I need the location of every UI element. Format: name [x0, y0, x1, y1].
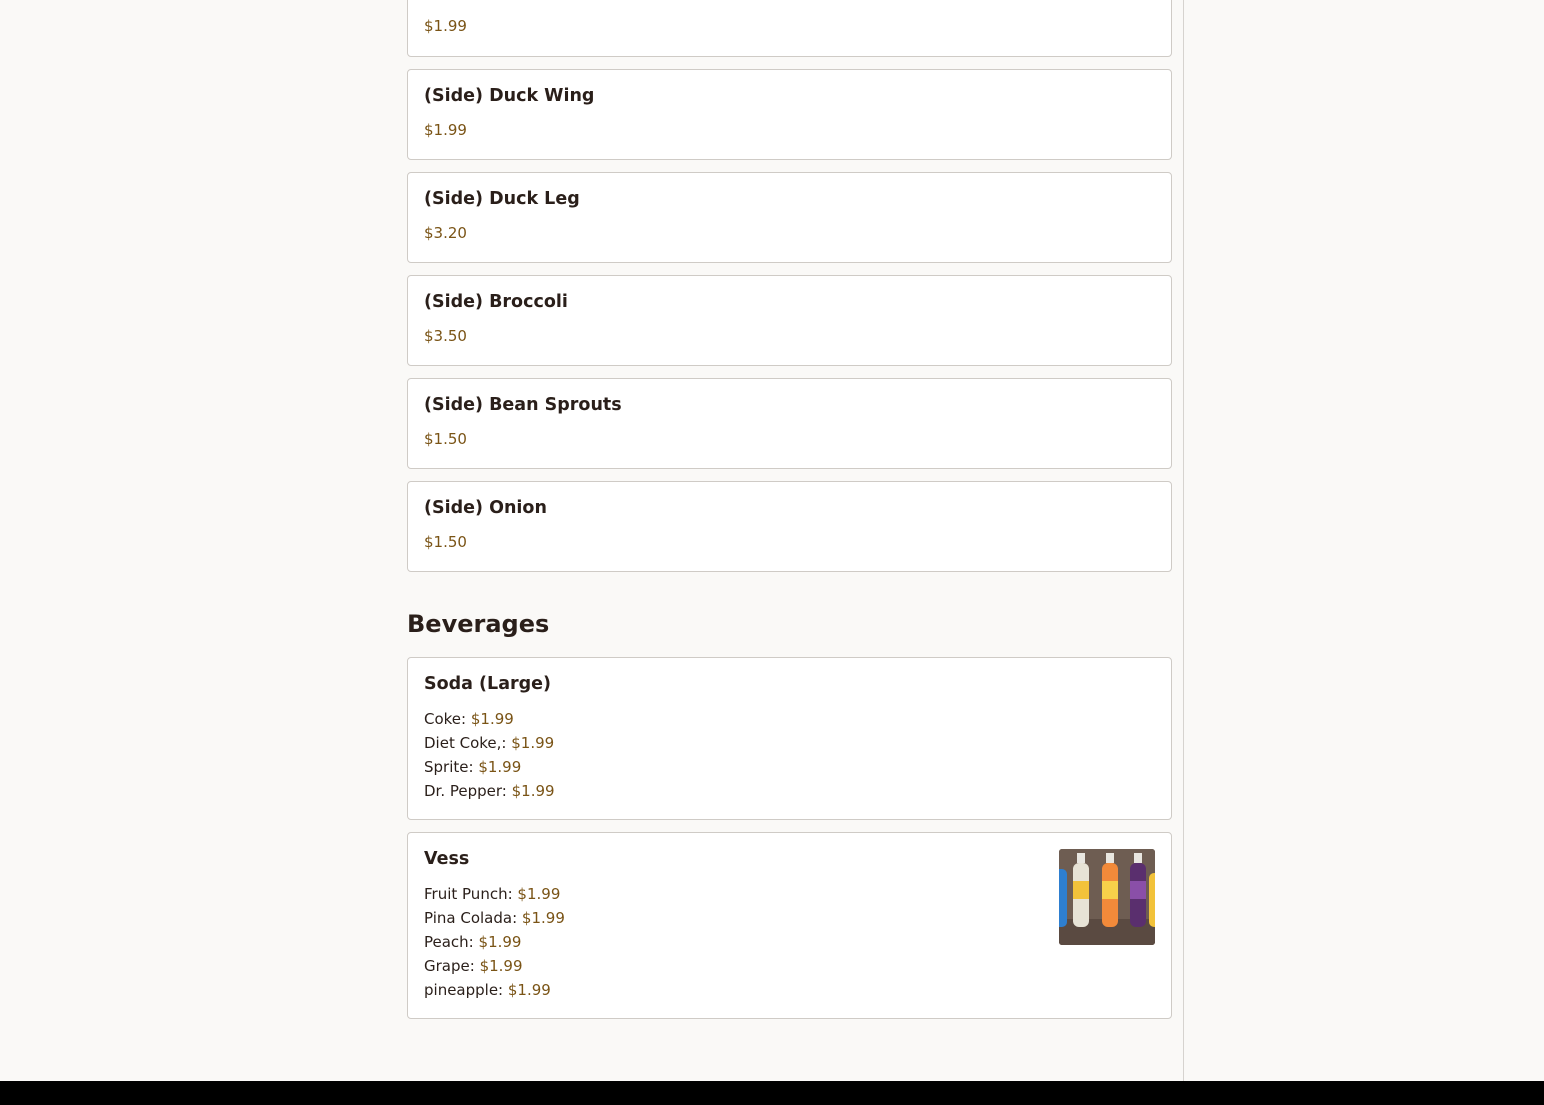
- option-label: Pina Colada:: [424, 909, 518, 927]
- option-price: $1.99: [507, 981, 551, 999]
- menu-item-card[interactable]: (Side) Duck Leg $3.20: [407, 172, 1172, 263]
- option-price: $1.99: [511, 734, 555, 752]
- option-row: Sprite: $1.99: [424, 757, 555, 781]
- menu-item-card[interactable]: (Side) Bean Sprouts $1.50: [407, 378, 1172, 469]
- menu-item-card-soda[interactable]: Soda (Large) Coke: $1.99 Diet Coke,: $1.…: [407, 657, 1172, 820]
- option-price: $1.99: [521, 909, 565, 927]
- menu-item-card[interactable]: (Side) Onion $1.50: [407, 481, 1172, 572]
- option-label: Coke:: [424, 710, 467, 728]
- item-name: (Side) Broccoli: [424, 292, 568, 312]
- option-row: Coke: $1.99: [424, 709, 555, 733]
- content-divider: [1183, 0, 1184, 1081]
- option-price: $1.99: [479, 957, 523, 975]
- option-label: Fruit Punch:: [424, 885, 513, 903]
- menu-item-card-vess[interactable]: Vess Fruit Punch: $1.99 Pina Colada: $1.…: [407, 832, 1172, 1019]
- option-label: pineapple:: [424, 981, 504, 999]
- option-row: Peach: $1.99: [424, 932, 565, 956]
- option-list: Coke: $1.99 Diet Coke,: $1.99 Sprite: $1…: [424, 709, 555, 805]
- vess-bottles-photo[interactable]: [1059, 849, 1155, 945]
- option-price: $1.99: [511, 782, 555, 800]
- menu-item-card[interactable]: (Side) Broccoli $3.50: [407, 275, 1172, 366]
- option-label: Sprite:: [424, 758, 474, 776]
- item-price: $3.20: [424, 224, 467, 242]
- option-row: Grape: $1.99: [424, 956, 565, 980]
- option-label: Dr. Pepper:: [424, 782, 507, 800]
- option-row: Fruit Punch: $1.99: [424, 884, 565, 908]
- item-price: $1.99: [424, 17, 467, 35]
- item-name: (Side) Onion: [424, 498, 547, 518]
- item-name: Vess: [424, 849, 470, 869]
- item-name: (Side) Bean Sprouts: [424, 395, 622, 415]
- item-price: $1.50: [424, 430, 467, 448]
- option-row: Diet Coke,: $1.99: [424, 733, 555, 757]
- option-row: Pina Colada: $1.99: [424, 908, 565, 932]
- option-price: $1.99: [517, 885, 561, 903]
- item-name: Soda (Large): [424, 674, 552, 694]
- option-price: $1.99: [470, 710, 514, 728]
- item-name: (Side) Duck Wing: [424, 86, 595, 106]
- option-price: $1.99: [478, 758, 522, 776]
- item-price: $1.50: [424, 533, 467, 551]
- option-label: Diet Coke,:: [424, 734, 507, 752]
- option-row: Dr. Pepper: $1.99: [424, 781, 555, 805]
- option-label: Grape:: [424, 957, 475, 975]
- item-price: $1.99: [424, 121, 467, 139]
- menu-item-card[interactable]: (Side) Duck Wing $1.99: [407, 69, 1172, 160]
- menu-item-card[interactable]: $1.99: [407, 0, 1172, 57]
- option-price: $1.99: [478, 933, 522, 951]
- section-title-beverages: Beverages: [407, 610, 550, 638]
- option-label: Peach:: [424, 933, 474, 951]
- item-price: $3.50: [424, 327, 467, 345]
- option-list: Fruit Punch: $1.99 Pina Colada: $1.99 Pe…: [424, 884, 565, 1004]
- option-row: pineapple: $1.99: [424, 980, 565, 1004]
- footer-bar: [0, 1081, 1544, 1105]
- item-name: (Side) Duck Leg: [424, 189, 580, 209]
